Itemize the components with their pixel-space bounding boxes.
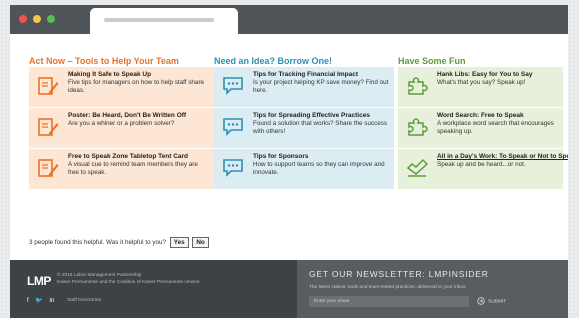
close-window-dot[interactable] xyxy=(19,15,27,23)
feedback-bar: 3 people found this helpful. Was it help… xyxy=(29,237,209,249)
column-have-fun: Have Some Fun Hank Libs: Easy for You to… xyxy=(398,55,568,190)
pencil-paper-icon xyxy=(38,77,59,95)
card-title[interactable]: Hank Libs: Easy for You to Say xyxy=(437,71,559,79)
newsletter-title: GET OUR NEWSLETTER: LMPINSIDER xyxy=(309,269,489,279)
card-description: Speak up and be heard...or not. xyxy=(437,161,526,168)
no-button[interactable]: No xyxy=(192,237,209,248)
card-hank-libs[interactable]: Hank Libs: Easy for You to Say What's th… xyxy=(398,67,563,108)
card-days-work[interactable]: All in a Day's Work: To Speak or Not to … xyxy=(398,149,568,190)
pencil-paper-icon xyxy=(38,159,59,177)
card-financial-impact[interactable]: Tips for Tracking Financial Impact Is yo… xyxy=(214,67,394,108)
lmp-logo[interactable]: LMP xyxy=(27,274,51,288)
card-title[interactable]: Poster: Be Heard, Don't Be Written Off xyxy=(68,112,210,120)
card-title[interactable]: Tips for Sponsors xyxy=(253,153,390,161)
card-title[interactable]: Tips for Tracking Financial Impact xyxy=(253,71,390,79)
yes-button[interactable]: Yes xyxy=(169,237,189,248)
social-links: f 🐦 in xyxy=(27,297,59,304)
email-input[interactable] xyxy=(309,296,469,307)
card-tent-card[interactable]: Free to Speak Zone Tabletop Tent Card A … xyxy=(29,149,214,190)
column-title: Need an Idea? Borrow One! xyxy=(214,56,333,66)
card-title[interactable]: All in a Day's Work: To Speak or Not to … xyxy=(437,153,568,161)
card-description: Found a solution that works? Share the s… xyxy=(253,120,388,135)
feedback-question: 3 people found this helpful. Was it help… xyxy=(29,239,166,246)
column-title: Act Now – Tools to Help Your Team xyxy=(29,56,179,66)
card-description: What's that you say? Speak up! xyxy=(437,79,526,86)
tab-title-placeholder xyxy=(104,18,214,22)
card-description: Five tips for managers on how to help st… xyxy=(68,79,205,94)
card-description: Is your project helping KP save money? F… xyxy=(253,79,389,94)
footer-info: LMP © 2016 Labor Management Partnership … xyxy=(10,260,297,318)
copyright-line: © 2016 Labor Management Partnership xyxy=(57,273,142,278)
browser-tab[interactable] xyxy=(90,8,238,34)
card-tips-sponsors[interactable]: Tips for Sponsors How to support teams s… xyxy=(214,149,394,190)
card-title[interactable]: Free to Speak Zone Tabletop Tent Card xyxy=(68,153,210,161)
card-title[interactable]: Tips for Spreading Effective Practices xyxy=(253,112,390,120)
card-word-search[interactable]: Word Search: Free to Speak A workplace w… xyxy=(398,108,563,149)
speech-bubble-icon xyxy=(223,159,243,177)
copyright-line: Kaiser Permanente and the Coalition of K… xyxy=(57,280,200,285)
thumbs-up-check-icon xyxy=(406,158,428,177)
puzzle-icon xyxy=(408,77,428,95)
speech-bubble-icon xyxy=(223,77,243,95)
card-title[interactable]: Making It Safe to Speak Up xyxy=(68,71,210,79)
card-description: How to support teams so they can improve… xyxy=(253,161,385,176)
card-description: A workplace word search that encourages … xyxy=(437,120,554,135)
column-borrow-idea: Need an Idea? Borrow One! Tips for Track… xyxy=(214,55,394,190)
card-description: A visual cue to remind team members they… xyxy=(68,161,198,176)
card-making-it-safe[interactable]: Making It Safe to Speak Up Five tips for… xyxy=(29,67,214,108)
submit-button[interactable]: SUBMIT xyxy=(477,297,506,306)
minimize-window-dot[interactable] xyxy=(33,15,41,23)
submit-label: SUBMIT xyxy=(488,299,507,305)
browser-window: Act Now – Tools to Help Your Team Making… xyxy=(10,5,568,318)
newsletter-signup: GET OUR NEWSLETTER: LMPINSIDER The lates… xyxy=(297,260,568,318)
maximize-window-dot[interactable] xyxy=(47,15,55,23)
newsletter-subtitle: The latest videos, tools and team-tested… xyxy=(309,285,467,290)
twitter-icon[interactable]: 🐦 xyxy=(35,298,42,304)
speech-bubble-icon xyxy=(223,118,243,136)
pencil-paper-icon xyxy=(38,118,59,136)
column-title: Have Some Fun xyxy=(398,56,466,66)
copyright-text: © 2016 Labor Management Partnership Kais… xyxy=(57,272,199,286)
card-poster-be-heard[interactable]: Poster: Be Heard, Don't Be Written Off A… xyxy=(29,108,214,149)
card-spreading-practices[interactable]: Tips for Spreading Effective Practices F… xyxy=(214,108,394,149)
puzzle-icon xyxy=(408,118,428,136)
card-description: Are you a whiner or a problem solver? xyxy=(68,120,175,127)
browser-chrome xyxy=(10,5,568,34)
column-act-now: Act Now – Tools to Help Your Team Making… xyxy=(29,55,214,190)
linkedin-icon[interactable]: in xyxy=(50,298,55,304)
staff-directory-link[interactable]: Staff Directories xyxy=(67,298,101,303)
facebook-icon[interactable]: f xyxy=(27,298,29,304)
card-title[interactable]: Word Search: Free to Speak xyxy=(437,112,559,120)
arrow-circle-icon xyxy=(477,297,485,305)
